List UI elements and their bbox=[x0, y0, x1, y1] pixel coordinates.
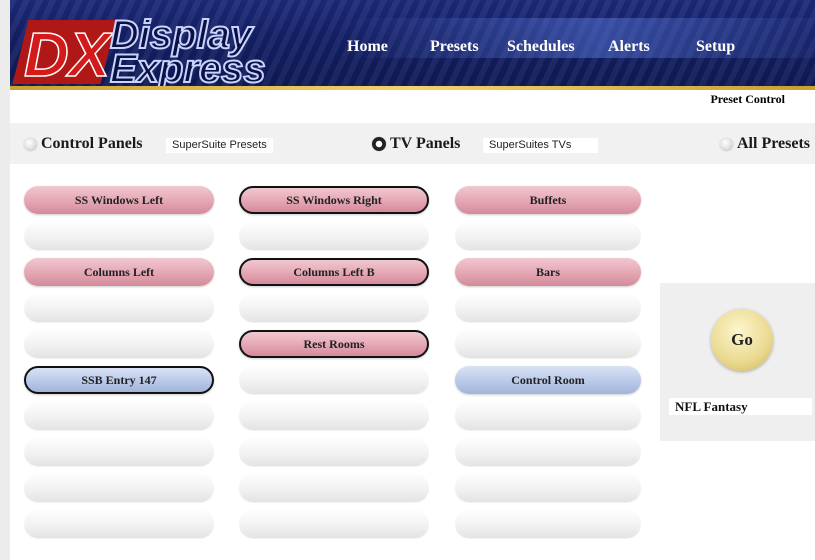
logo-dx: DX bbox=[24, 21, 114, 86]
preset-button[interactable]: SS Windows Left bbox=[24, 186, 214, 214]
empty-preset-slot[interactable] bbox=[455, 294, 641, 322]
selected-preset-name: NFL Fantasy bbox=[669, 398, 812, 415]
control-panels-label[interactable]: Control Panels bbox=[41, 135, 142, 153]
nav-alerts[interactable]: Alerts bbox=[608, 38, 650, 56]
empty-preset-slot[interactable] bbox=[24, 222, 214, 250]
logo-express: Express bbox=[110, 47, 266, 86]
empty-preset-slot[interactable] bbox=[455, 510, 641, 538]
preset-button[interactable]: Columns Left B bbox=[239, 258, 429, 286]
go-button[interactable]: Go bbox=[711, 309, 773, 371]
all-presets-radio[interactable] bbox=[720, 138, 733, 151]
header-gold-stripe bbox=[10, 86, 815, 90]
empty-preset-slot[interactable] bbox=[24, 510, 214, 538]
empty-preset-slot[interactable] bbox=[455, 474, 641, 502]
preset-button[interactable]: SSB Entry 147 bbox=[24, 366, 214, 394]
nav-presets[interactable]: Presets bbox=[430, 38, 479, 56]
page: DX Display Express Home Presets Schedule… bbox=[0, 0, 815, 560]
empty-preset-slot[interactable] bbox=[239, 366, 429, 394]
empty-preset-slot[interactable] bbox=[24, 474, 214, 502]
nav-home[interactable]: Home bbox=[347, 38, 388, 56]
all-presets-label[interactable]: All Presets bbox=[737, 135, 810, 153]
tv-panels-dropdown[interactable]: SuperSuites TVs bbox=[483, 138, 598, 153]
empty-preset-slot[interactable] bbox=[239, 438, 429, 466]
tv-panels-radio[interactable] bbox=[372, 137, 386, 151]
empty-preset-slot[interactable] bbox=[24, 294, 214, 322]
dx-display-express-logo[interactable]: DX Display Express bbox=[10, 6, 310, 86]
preset-button[interactable]: Bars bbox=[455, 258, 641, 286]
preset-button[interactable]: SS Windows Right bbox=[239, 186, 429, 214]
preset-button[interactable]: Control Room bbox=[455, 366, 641, 394]
page-title: Preset Control bbox=[710, 92, 785, 106]
empty-preset-slot[interactable] bbox=[239, 474, 429, 502]
empty-preset-slot[interactable] bbox=[239, 510, 429, 538]
preset-button[interactable]: Columns Left bbox=[24, 258, 214, 286]
empty-preset-slot[interactable] bbox=[24, 402, 214, 430]
preset-button[interactable]: Buffets bbox=[455, 186, 641, 214]
empty-preset-slot[interactable] bbox=[239, 222, 429, 250]
empty-preset-slot[interactable] bbox=[24, 438, 214, 466]
control-panels-dropdown[interactable]: SuperSuite Presets bbox=[166, 138, 273, 153]
nav-setup[interactable]: Setup bbox=[696, 38, 735, 56]
empty-preset-slot[interactable] bbox=[455, 438, 641, 466]
empty-preset-slot[interactable] bbox=[455, 402, 641, 430]
empty-preset-slot[interactable] bbox=[455, 222, 641, 250]
tv-panels-label[interactable]: TV Panels bbox=[390, 135, 460, 153]
control-panels-radio[interactable] bbox=[24, 138, 37, 151]
preset-button[interactable]: Rest Rooms bbox=[239, 330, 429, 358]
left-edge bbox=[0, 0, 10, 560]
empty-preset-slot[interactable] bbox=[239, 294, 429, 322]
empty-preset-slot[interactable] bbox=[455, 330, 641, 358]
empty-preset-slot[interactable] bbox=[24, 330, 214, 358]
empty-preset-slot[interactable] bbox=[239, 402, 429, 430]
nav-schedules[interactable]: Schedules bbox=[507, 38, 575, 56]
